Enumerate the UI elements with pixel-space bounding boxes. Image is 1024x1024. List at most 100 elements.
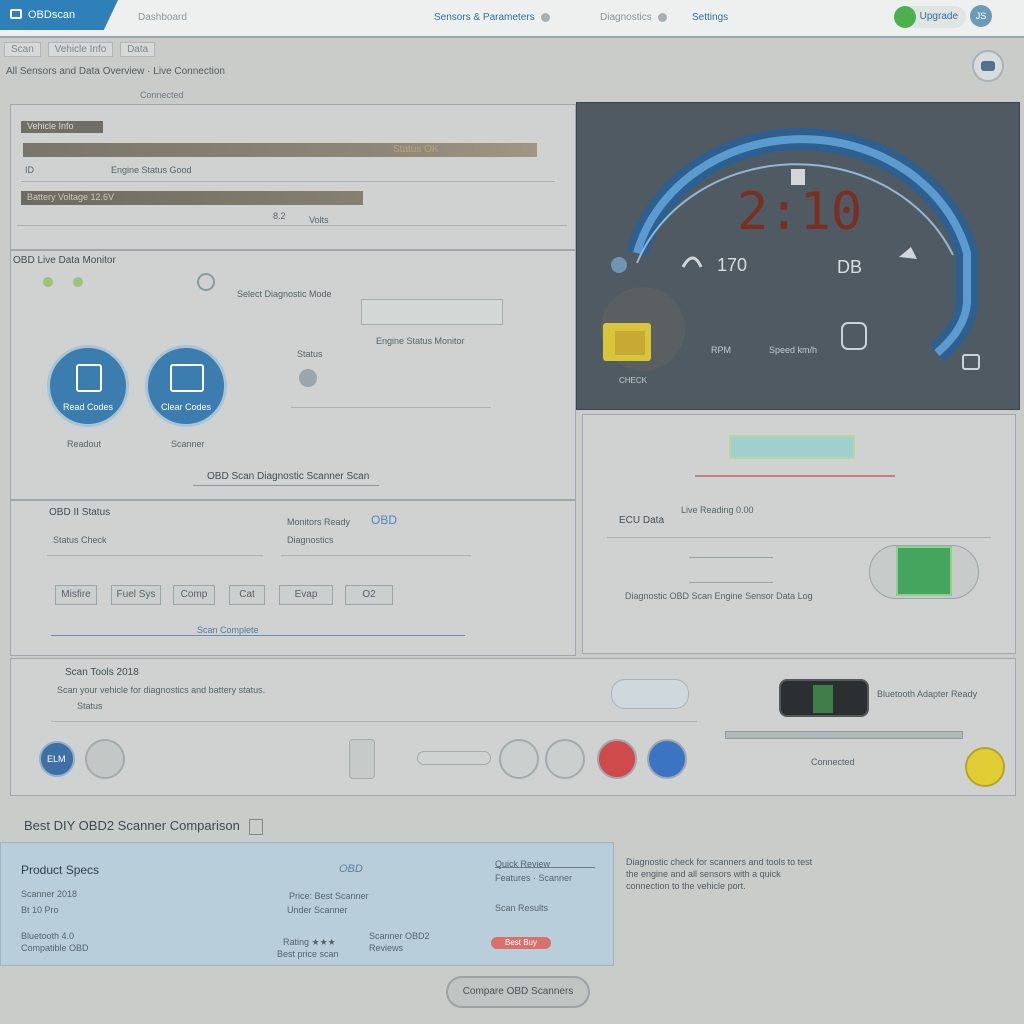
nav-sensors-label: Sensors & Parameters — [434, 12, 535, 23]
stop-button[interactable] — [597, 739, 637, 779]
vehicle-info-panel: Vehicle Info Status OK ID Engine Status … — [10, 104, 576, 250]
nav-diagnostics[interactable]: Diagnostics — [600, 12, 667, 23]
clear-codes-label: Clear Codes — [160, 402, 212, 412]
chip-misfire[interactable]: Misfire — [55, 585, 97, 605]
monitor-icon — [10, 9, 22, 19]
document-icon — [76, 364, 102, 392]
product-line4: Compatible OBD — [21, 943, 89, 953]
clock-icon — [299, 369, 317, 387]
mode-select[interactable]: Engine Status Monitor — [361, 299, 503, 346]
warning-button[interactable] — [965, 747, 1005, 787]
gauge-left-value: 170 — [717, 255, 747, 275]
module-toggle[interactable] — [869, 545, 979, 599]
tools-sub: Status — [77, 701, 103, 711]
nav-settings[interactable]: Settings — [692, 12, 728, 23]
progress-slider[interactable] — [725, 731, 963, 739]
clear-codes-button[interactable]: Clear Codes — [145, 345, 227, 427]
info-icon — [657, 12, 667, 22]
best-buy-badge[interactable]: Best Buy — [491, 937, 551, 949]
gauge-left-icon — [611, 257, 627, 273]
read-codes-button[interactable]: Read Codes — [47, 345, 129, 427]
settings-icon[interactable] — [197, 273, 215, 291]
nav-sensors[interactable]: Sensors & Parameters — [434, 12, 550, 23]
vehicle-tag-label: Vehicle Info — [27, 121, 74, 131]
phone-icon[interactable] — [349, 739, 375, 779]
breadcrumb-item-scan[interactable]: Scan — [4, 42, 41, 57]
speed-gauge: 2:10 170 DB RPM Speed km/h CHECK — [601, 128, 980, 385]
section-title: Best DIY OBD2 Scanner Comparison — [24, 818, 264, 835]
readiness-foot: Scan Complete — [197, 625, 259, 635]
controls-title: OBD Live Data Monitor — [13, 255, 116, 266]
gauge-right-value: DB — [837, 257, 862, 277]
tools-title: Scan Tools 2018 — [65, 667, 139, 678]
toggle-switch[interactable] — [417, 751, 491, 765]
status-label: Status — [297, 349, 323, 359]
divider — [51, 635, 465, 636]
product-mid3: Rating ★★★ — [283, 937, 336, 947]
refresh-icon — [893, 6, 916, 28]
vehicle-tag: Vehicle Info — [21, 121, 103, 133]
divider — [47, 555, 263, 556]
adapter-device — [779, 679, 869, 717]
power-button[interactable] — [499, 739, 539, 779]
oil-icon — [899, 247, 917, 259]
breadcrumb: Scan Vehicle Info Data — [4, 42, 159, 57]
controls-footer-link[interactable]: OBD Scan Diagnostic Scanner Scan — [207, 471, 369, 482]
divider — [281, 555, 471, 556]
scanner-icon — [170, 364, 204, 392]
readiness-label2: Monitors Ready — [287, 517, 351, 527]
connection-status: Connected — [140, 90, 184, 100]
product-right3: Scan Results — [495, 903, 549, 913]
divider — [21, 181, 555, 182]
battery-bar-label: Battery Voltage 12.6V — [27, 192, 115, 202]
start-button[interactable] — [647, 739, 687, 779]
status-bar: Status OK — [23, 143, 537, 157]
gauge-foot-mid: Speed km/h — [769, 345, 817, 355]
divider — [193, 485, 379, 486]
mode-select-value: Engine Status Monitor — [376, 336, 465, 346]
reading-display — [729, 435, 855, 459]
chip-evap[interactable]: Evap — [279, 585, 333, 605]
row1-mid: Engine Status Good — [111, 165, 192, 175]
upgrade-button[interactable]: Upgrade — [893, 6, 966, 28]
caption-readout: Readout — [67, 439, 102, 449]
product-mid2: Under Scanner — [287, 905, 348, 915]
tab-dashboard[interactable]: Dashboard — [138, 12, 187, 23]
readiness-panel: OBD II Status Status Check Monitors Read… — [10, 500, 576, 656]
gauge-panel: 2:10 170 DB RPM Speed km/h CHECK — [576, 102, 1020, 410]
breadcrumb-item-vehicle[interactable]: Vehicle Info — [47, 42, 114, 57]
product-right2: Features · Scanner — [495, 873, 573, 883]
battery-value: 8.2 — [273, 211, 286, 221]
red-line — [695, 475, 895, 477]
reading-label: ECU Data — [619, 515, 665, 526]
battery-unit: Volts — [309, 215, 329, 225]
product-title: Product Specs — [21, 863, 100, 877]
chip-fuel[interactable]: Fuel Sys — [111, 585, 161, 605]
sync-button[interactable] — [545, 739, 585, 779]
plug-icon[interactable] — [85, 739, 125, 779]
battery-icon — [962, 354, 980, 370]
avatar[interactable]: JS — [970, 5, 992, 27]
chip-cat[interactable]: Cat — [229, 585, 265, 605]
compare-button[interactable]: Compare OBD Scanners — [446, 976, 590, 1008]
nav-diagnostics-label: Diagnostics — [600, 12, 652, 23]
product-logo: OBD — [339, 863, 363, 875]
side-text: Diagnostic check for scanners and tools … — [626, 857, 813, 891]
divider — [17, 225, 567, 226]
copy-icon[interactable] — [249, 818, 264, 835]
adapter-label: Bluetooth Adapter Ready — [877, 689, 978, 699]
product-mid6: Reviews — [369, 943, 404, 953]
breadcrumb-item-data[interactable]: Data — [120, 42, 156, 57]
chip-o2[interactable]: O2 — [345, 585, 393, 605]
gear-icon — [540, 12, 550, 22]
cable-icon — [611, 679, 689, 709]
tab-main[interactable]: OBDscan — [0, 0, 118, 30]
product-mid5: Scanner OBD2 — [369, 931, 430, 941]
battery-bar: Battery Voltage 12.6V — [21, 191, 363, 205]
readiness-value-sub: Diagnostics — [287, 535, 334, 545]
caption-scanner: Scanner — [171, 439, 205, 449]
device-button[interactable] — [972, 50, 1004, 82]
tools-panel: Scan Tools 2018 Scan your vehicle for di… — [10, 658, 1016, 796]
chip-comp[interactable]: Comp — [173, 585, 215, 605]
elm-logo-text: ELM — [47, 754, 66, 764]
